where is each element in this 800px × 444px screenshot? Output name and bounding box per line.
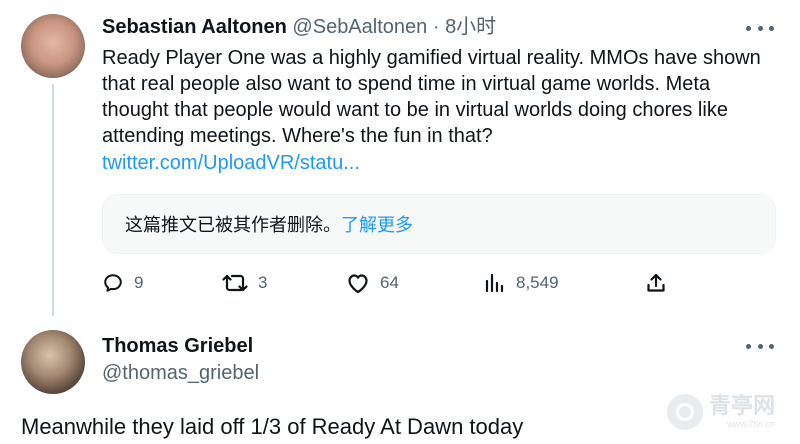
deleted-notice-text: 这篇推文已被其作者删除。 [125,215,341,236]
more-dot-icon [757,25,763,31]
watermark-url: www.7tin.cn [726,419,776,429]
author-handle[interactable]: @SebAaltonen [292,16,427,38]
watermark-text: 青亭网 [709,394,776,419]
reply-count: 9 [134,273,144,292]
views-button[interactable]: 8,549 [484,272,559,294]
author-handle[interactable]: @thomas_griebel [102,360,259,386]
views-chart-icon [485,273,504,293]
thread-connector-line [52,84,54,316]
tweet-link[interactable]: twitter.com/UploadVR/statu... [102,150,360,176]
more-options-button[interactable] [746,336,774,356]
share-button[interactable] [645,272,667,294]
more-dot-icon [746,25,751,31]
avatar-sebastian[interactable] [21,14,85,78]
watermark-logo-icon [667,394,703,430]
more-dot-icon [769,343,774,349]
heart-icon [348,274,368,294]
tweet-text: Ready Player One was a highly gamified v… [102,47,761,147]
like-count: 64 [380,273,399,292]
more-dot-icon [769,25,774,31]
reply-icon [104,274,122,292]
views-count: 8,549 [516,273,559,292]
more-dot-icon [757,343,763,349]
share-icon [647,273,665,292]
separator-dot: · [432,16,440,38]
tweet-header: Sebastian Aaltonen @SebAaltonen · 8小时 [102,14,496,40]
tweet-text: Meanwhile they laid off 1/3 of Ready At … [21,414,524,439]
retweet-count: 3 [258,273,268,292]
like-button[interactable]: 64 [346,272,399,294]
reply-button[interactable]: 9 [102,272,143,294]
author-name[interactable]: Sebastian Aaltonen [102,16,287,38]
author-name[interactable]: Thomas Griebel [102,333,253,359]
retweet-icon [222,274,248,292]
tweet-timestamp[interactable]: 8小时 [445,16,496,38]
retweet-button[interactable]: 3 [222,272,267,294]
learn-more-link[interactable]: 了解更多 [341,211,413,237]
deleted-quote-card: 这篇推文已被其作者删除。 了解更多 [102,194,776,254]
more-dot-icon [746,343,751,349]
tweet-actions-bar: 9 3 64 8,549 [102,272,682,298]
watermark: 青亭网 www.7tin.cn [667,388,793,436]
avatar-thomas[interactable] [21,330,85,394]
more-options-button[interactable] [746,18,774,38]
